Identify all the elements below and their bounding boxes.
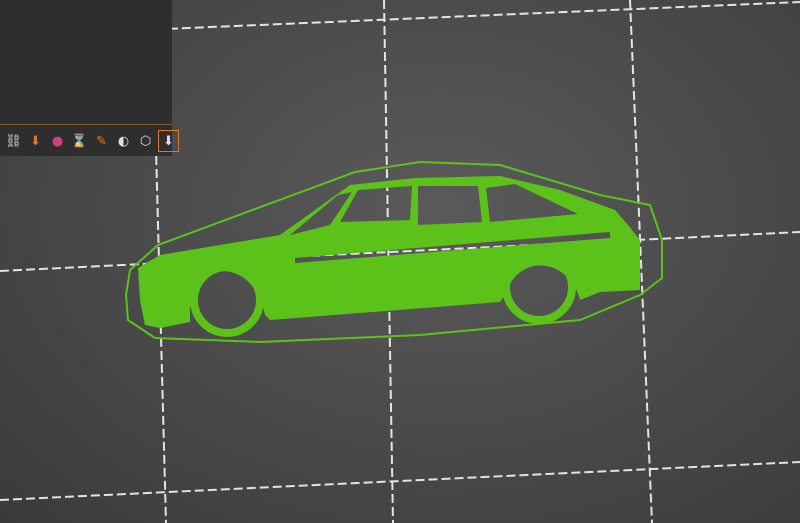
- grid-line: [0, 461, 800, 501]
- support-painting-icon[interactable]: ⬇: [26, 131, 45, 151]
- seam-painting-icon[interactable]: ⛓: [4, 131, 23, 151]
- multimaterial-painting-icon[interactable]: ●: [48, 131, 67, 151]
- cut-icon[interactable]: ◐: [114, 131, 133, 151]
- divider: [0, 124, 172, 125]
- fdm-supports-icon[interactable]: ✎: [92, 131, 111, 151]
- place-on-face-icon[interactable]: ⬇: [158, 130, 179, 152]
- gizmo-toolbar: ⛓ ⬇ ● ⌛ ✎ ◐ ⬡ ⬇: [4, 130, 179, 152]
- variable-layer-height-icon[interactable]: ⌛: [70, 131, 89, 151]
- wireframe-cube-icon[interactable]: ⬡: [136, 131, 155, 151]
